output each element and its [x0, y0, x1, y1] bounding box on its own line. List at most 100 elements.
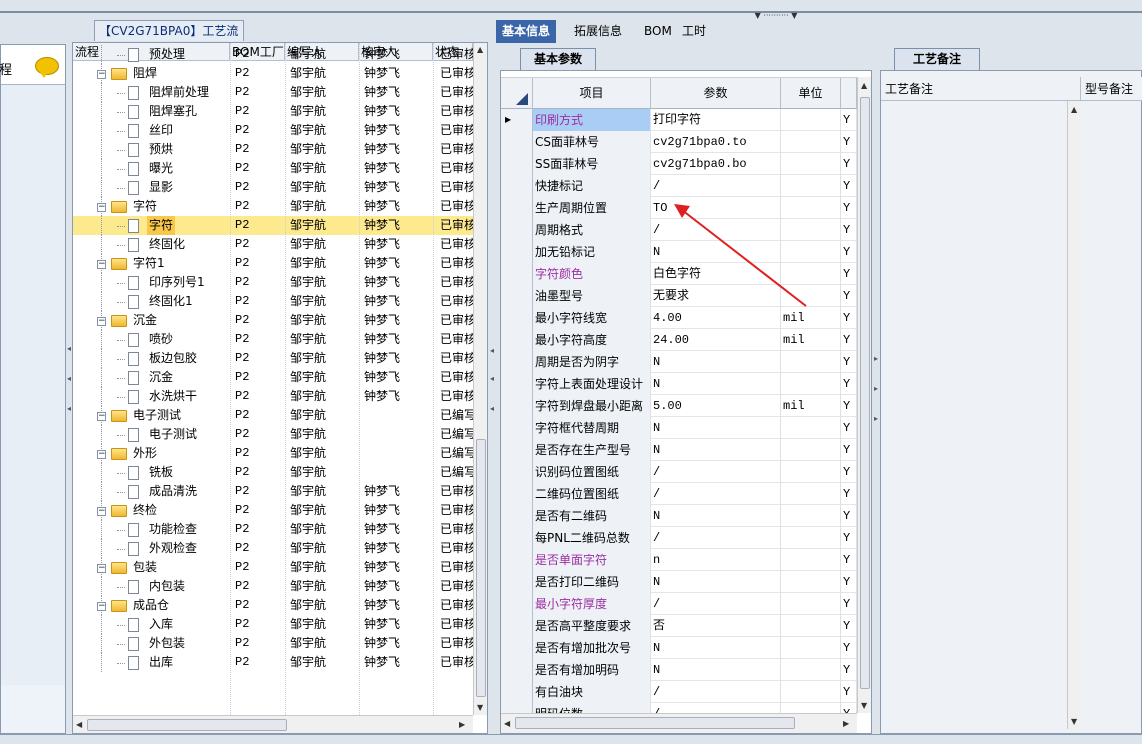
tree-row[interactable]: − 电子测试 P2 邹宇航 已编写: [73, 406, 474, 425]
param-unit-cell[interactable]: mil: [781, 329, 841, 351]
tree-row[interactable]: 预处理 P2 邹宇航 钟梦飞 已审核: [73, 45, 474, 64]
param-unit-cell[interactable]: [781, 131, 841, 153]
param-unit-cell[interactable]: [781, 175, 841, 197]
row-indicator[interactable]: [501, 505, 533, 527]
tree-row[interactable]: 成品清洗 P2 邹宇航 钟梦飞 已审核: [73, 482, 474, 501]
tab-work-hours[interactable]: 工时: [676, 20, 712, 43]
param-row[interactable]: 字符上表面处理设计 N Y: [501, 373, 857, 395]
param-unit-cell[interactable]: [781, 483, 841, 505]
param-value-cell[interactable]: N: [651, 439, 781, 461]
tree-row[interactable]: − 字符 P2 邹宇航 钟梦飞 已审核: [73, 197, 474, 216]
param-value-cell[interactable]: N: [651, 659, 781, 681]
tree-vertical-scrollbar[interactable]: ▲ ▼: [473, 43, 487, 715]
col-header-process-remark[interactable]: 工艺备注: [881, 77, 1081, 101]
remarks-tab[interactable]: 工艺备注: [894, 48, 980, 70]
grid-scroll-thumb[interactable]: [860, 97, 870, 689]
scroll-right-arrow-icon[interactable]: ▶: [459, 720, 465, 729]
param-row[interactable]: 识别码位置图纸 / Y: [501, 461, 857, 483]
row-indicator[interactable]: [501, 351, 533, 373]
scroll-up-arrow-icon[interactable]: ▲: [477, 45, 483, 54]
tree-row[interactable]: 喷砂 P2 邹宇航 钟梦飞 已审核: [73, 330, 474, 349]
remarks-vertical-scrollbar[interactable]: ▲ ▼: [1067, 101, 1081, 729]
param-value-cell[interactable]: 5.00: [651, 395, 781, 417]
tab-extended-info[interactable]: 拓展信息: [568, 20, 628, 43]
right-splitter[interactable]: ▸ ▸ ▸: [873, 44, 879, 734]
param-row[interactable]: CS面菲林号 cv2g71bpa0.to Y: [501, 131, 857, 153]
tree-row[interactable]: − 阻焊 P2 邹宇航 钟梦飞 已审核: [73, 64, 474, 83]
param-row[interactable]: 是否有增加明码 N Y: [501, 659, 857, 681]
tab-basic-info[interactable]: 基本信息: [496, 20, 557, 43]
param-value-cell[interactable]: N: [651, 417, 781, 439]
tree-row[interactable]: 沉金 P2 邹宇航 钟梦飞 已审核: [73, 368, 474, 387]
grid-hscroll-thumb[interactable]: [515, 717, 795, 729]
param-row[interactable]: SS面菲林号 cv2g71bpa0.bo Y: [501, 153, 857, 175]
param-unit-cell[interactable]: mil: [781, 395, 841, 417]
row-indicator[interactable]: [501, 461, 533, 483]
param-value-cell[interactable]: cv2g71bpa0.to: [651, 131, 781, 153]
tree-row[interactable]: − 包装 P2 邹宇航 钟梦飞 已审核: [73, 558, 474, 577]
param-value-cell[interactable]: cv2g71bpa0.bo: [651, 153, 781, 175]
tree-row[interactable]: 出库 P2 邹宇航 钟梦飞 已审核: [73, 653, 474, 672]
tree-row[interactable]: 终固化1 P2 邹宇航 钟梦飞 已审核: [73, 292, 474, 311]
row-indicator[interactable]: [501, 439, 533, 461]
tree-row[interactable]: 功能检查 P2 邹宇航 钟梦飞 已审核: [73, 520, 474, 539]
splitter-grip[interactable]: ▼ ·········· ▼: [744, 12, 808, 20]
param-row[interactable]: 有白油块 / Y: [501, 681, 857, 703]
scroll-right-arrow-icon[interactable]: ▶: [843, 719, 849, 728]
param-unit-cell[interactable]: [781, 505, 841, 527]
param-unit-cell[interactable]: [781, 109, 841, 131]
param-value-cell[interactable]: N: [651, 637, 781, 659]
scroll-down-arrow-icon[interactable]: ▼: [861, 701, 867, 710]
scroll-up-arrow-icon[interactable]: ▲: [861, 81, 867, 90]
tree-row[interactable]: 电子测试 P2 邹宇航 已编写: [73, 425, 474, 444]
tree-row[interactable]: 字符 P2 邹宇航 钟梦飞 已审核: [73, 216, 474, 235]
param-unit-cell[interactable]: [781, 571, 841, 593]
middle-splitter[interactable]: ◂ ◂ ◂: [489, 20, 495, 734]
param-unit-cell[interactable]: [781, 593, 841, 615]
row-indicator[interactable]: ▶: [501, 109, 533, 131]
param-unit-cell[interactable]: [781, 351, 841, 373]
row-indicator[interactable]: [501, 285, 533, 307]
param-value-cell[interactable]: N: [651, 571, 781, 593]
row-indicator[interactable]: [501, 373, 533, 395]
tree-row[interactable]: 预烘 P2 邹宇航 钟梦飞 已审核: [73, 140, 474, 159]
col-header-model-remark[interactable]: 型号备注: [1081, 77, 1142, 101]
tab-bom[interactable]: BOM: [638, 20, 678, 43]
row-indicator[interactable]: [501, 593, 533, 615]
param-row[interactable]: 字符框代替周期 N Y: [501, 417, 857, 439]
row-indicator[interactable]: [501, 241, 533, 263]
param-value-cell[interactable]: N: [651, 351, 781, 373]
basic-params-tab[interactable]: 基本参数: [520, 48, 596, 70]
row-indicator[interactable]: [501, 175, 533, 197]
tree-horizontal-scrollbar[interactable]: ◀ ▶: [73, 715, 473, 733]
param-row[interactable]: 是否有增加批次号 N Y: [501, 637, 857, 659]
col-header-value[interactable]: 参数: [651, 78, 781, 109]
grid-vertical-scrollbar[interactable]: ▲ ▼: [857, 77, 871, 713]
row-indicator[interactable]: [501, 329, 533, 351]
tree-row[interactable]: 内包装 P2 邹宇航 钟梦飞 已审核: [73, 577, 474, 596]
param-row[interactable]: 最小字符厚度 / Y: [501, 593, 857, 615]
tree-row[interactable]: 铣板 P2 邹宇航 已编写: [73, 463, 474, 482]
param-unit-cell[interactable]: [781, 417, 841, 439]
chat-bubble-icon[interactable]: [35, 57, 59, 78]
tree-row[interactable]: 水洗烘干 P2 邹宇航 钟梦飞 已审核: [73, 387, 474, 406]
param-value-cell[interactable]: /: [651, 593, 781, 615]
row-indicator[interactable]: [501, 219, 533, 241]
row-indicator[interactable]: [501, 681, 533, 703]
param-row[interactable]: 二维码位置图纸 / Y: [501, 483, 857, 505]
param-value-cell[interactable]: /: [651, 483, 781, 505]
param-value-cell[interactable]: 24.00: [651, 329, 781, 351]
tree-row[interactable]: 丝印 P2 邹宇航 钟梦飞 已审核: [73, 121, 474, 140]
param-row[interactable]: 快捷标记 / Y: [501, 175, 857, 197]
row-indicator[interactable]: [501, 615, 533, 637]
row-indicator[interactable]: [501, 395, 533, 417]
param-value-cell[interactable]: 否: [651, 615, 781, 637]
row-indicator[interactable]: [501, 131, 533, 153]
tree-row[interactable]: 曝光 P2 邹宇航 钟梦飞 已审核: [73, 159, 474, 178]
row-indicator[interactable]: [501, 549, 533, 571]
param-row[interactable]: 周期是否为阴字 N Y: [501, 351, 857, 373]
param-unit-cell[interactable]: [781, 637, 841, 659]
param-row[interactable]: 字符到焊盘最小距离 5.00 mil Y: [501, 395, 857, 417]
tree-row[interactable]: 显影 P2 邹宇航 钟梦飞 已审核: [73, 178, 474, 197]
param-row[interactable]: 是否单面字符 n Y: [501, 549, 857, 571]
